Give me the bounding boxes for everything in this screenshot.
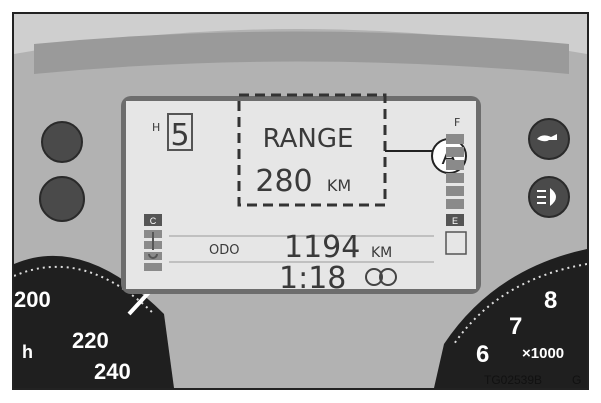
- speedometer-tick-label: 240: [94, 359, 131, 384]
- fuel-full-label: F: [454, 116, 460, 129]
- figure-code-suffix: G: [572, 373, 581, 387]
- cluster-svg: 200 220 240 h 8 7 6 ×1000 H 5 RANGE 280 …: [14, 14, 587, 388]
- tachometer-tick-label: 8: [544, 287, 557, 314]
- figure: 200 220 240 h 8 7 6 ×1000 H 5 RANGE 280 …: [0, 0, 601, 403]
- range-value: 280: [255, 164, 312, 199]
- tachometer-multiplier: ×1000: [522, 345, 564, 362]
- odo-label: ODO: [209, 243, 239, 258]
- figure-code: TG02539B: [484, 373, 542, 387]
- fuel-empty-label: E: [452, 216, 458, 226]
- speed-unit-fragment: h: [22, 342, 33, 362]
- neutral-indicator-lamp: [39, 176, 85, 222]
- indicator-lamp-left-top: [41, 121, 83, 163]
- range-unit: KM: [327, 176, 351, 195]
- odometer-value: 1194: [284, 230, 360, 265]
- clock-value: 1:18: [279, 261, 346, 296]
- gear-prefix: H: [152, 121, 160, 134]
- speedometer-tick-label: 220: [72, 328, 109, 353]
- headlight-lamp: [528, 176, 570, 218]
- gear-position: 5: [170, 118, 189, 153]
- instrument-cluster-photo: 200 220 240 h 8 7 6 ×1000 H 5 RANGE 280 …: [12, 12, 589, 390]
- speedometer-tick-label: 200: [14, 287, 51, 312]
- odo-unit: KM: [371, 245, 392, 261]
- tachometer-tick-label: 6: [476, 341, 489, 368]
- temp-hot-label: C: [150, 216, 157, 226]
- tachometer-tick-label: 7: [509, 313, 522, 340]
- range-label: RANGE: [263, 124, 354, 154]
